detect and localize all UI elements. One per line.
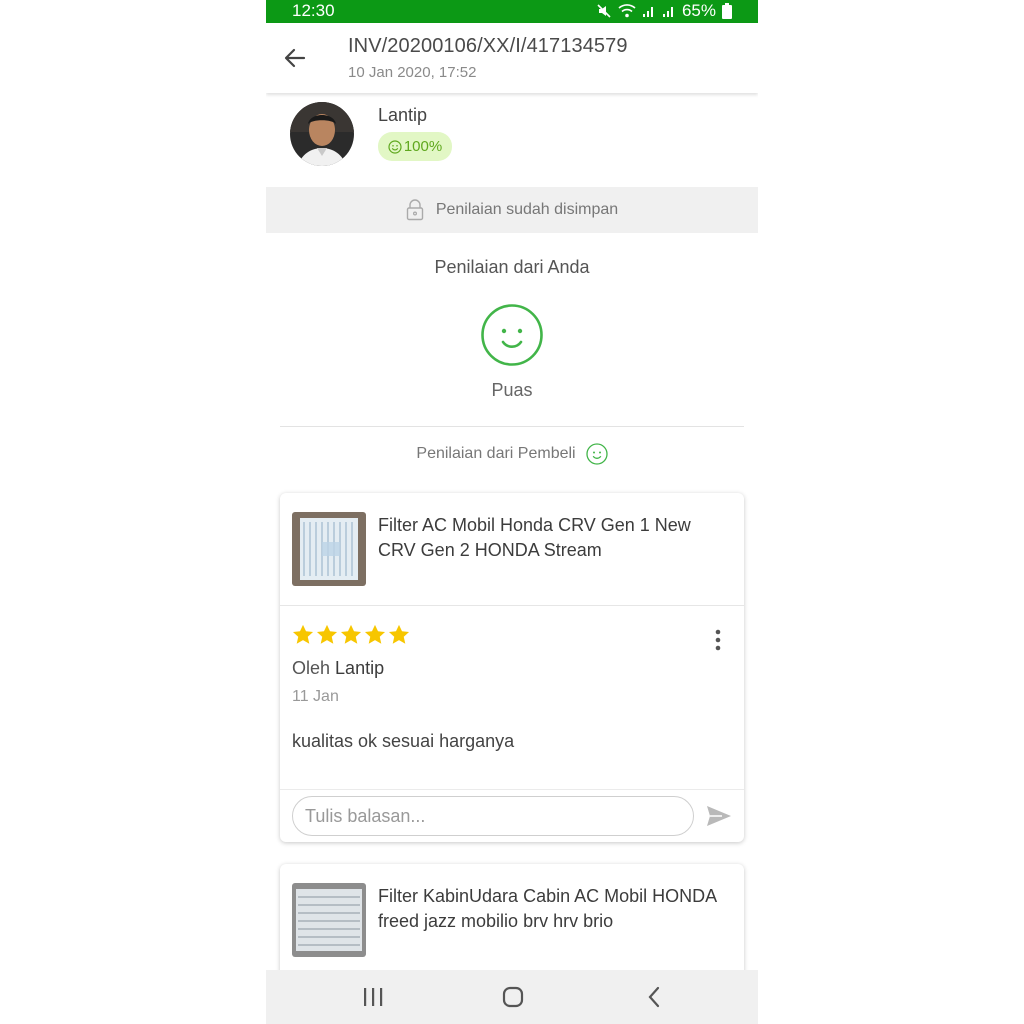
signal-icon <box>662 7 673 17</box>
wifi-icon <box>618 4 636 18</box>
status-time: 12:30 <box>292 1 335 20</box>
satisfied-smiley-icon <box>481 304 543 366</box>
send-icon[interactable] <box>706 803 732 829</box>
battery-percent: 65% <box>681 1 716 20</box>
app-bar: INV/20200106/XX/I/417134579 10 Jan 2020,… <box>266 23 758 93</box>
recent-apps-icon[interactable] <box>358 984 388 1010</box>
reply-input[interactable] <box>292 796 694 836</box>
review-card: Filter AC Mobil Honda CRV Gen 1 New CRV … <box>280 493 744 842</box>
back-nav-icon[interactable] <box>640 984 670 1010</box>
divider <box>280 789 744 790</box>
author-name: Lantip <box>335 658 385 678</box>
star-icon <box>388 624 410 644</box>
status-bar: 12:30 65% <box>266 0 758 23</box>
seller-avatar <box>290 102 354 166</box>
smiley-icon <box>388 139 402 154</box>
invoice-number: INV/20200106/XX/I/417134579 <box>348 35 628 57</box>
battery-icon <box>722 3 732 19</box>
buyer-rating: Penilaian dari Pembeli <box>266 443 758 465</box>
review-date: 11 Jan <box>292 688 339 705</box>
divider <box>280 605 744 606</box>
lock-icon <box>406 199 424 221</box>
product-name[interactable]: Filter AC Mobil Honda CRV Gen 1 New CRV … <box>378 513 728 563</box>
more-options-icon[interactable] <box>714 628 722 652</box>
mute-icon <box>597 4 611 18</box>
buyer-rating-title: Penilaian dari Pembeli <box>416 445 576 462</box>
signal-icon <box>642 7 653 17</box>
smiley-icon <box>585 443 608 465</box>
status-icons: 65% <box>596 0 732 22</box>
review-author: Oleh Lantip <box>292 658 384 679</box>
reputation-score: 100% <box>403 138 443 155</box>
product-image[interactable] <box>292 512 366 586</box>
your-rating-title: Penilaian dari Anda <box>434 257 590 277</box>
rating-saved-notice: Penilaian sudah disimpan <box>266 187 758 233</box>
star-icon <box>340 624 362 644</box>
back-arrow-icon[interactable] <box>280 43 310 73</box>
reputation-badge: 100% <box>378 132 452 161</box>
review-text: kualitas ok sesuai harganya <box>292 731 515 751</box>
invoice-date: 10 Jan 2020, 17:52 <box>348 64 477 81</box>
star-icon <box>316 624 338 644</box>
home-icon[interactable] <box>498 984 528 1010</box>
app-screen: 12:30 65% INV/20200106/XX/I/417134579 10… <box>266 0 758 1024</box>
star-rating <box>292 624 410 645</box>
your-rating-label: Puas <box>491 380 533 400</box>
star-icon <box>292 624 314 644</box>
author-prefix: Oleh <box>292 658 331 678</box>
seller-name: Lantip <box>378 105 428 125</box>
system-nav-bar <box>266 970 758 1024</box>
notice-text: Penilaian sudah disimpan <box>435 201 619 218</box>
divider <box>280 426 744 427</box>
product-image[interactable] <box>292 883 366 957</box>
star-icon <box>364 624 386 644</box>
product-name[interactable]: Filter KabinUdara Cabin AC Mobil HONDA f… <box>378 884 728 934</box>
